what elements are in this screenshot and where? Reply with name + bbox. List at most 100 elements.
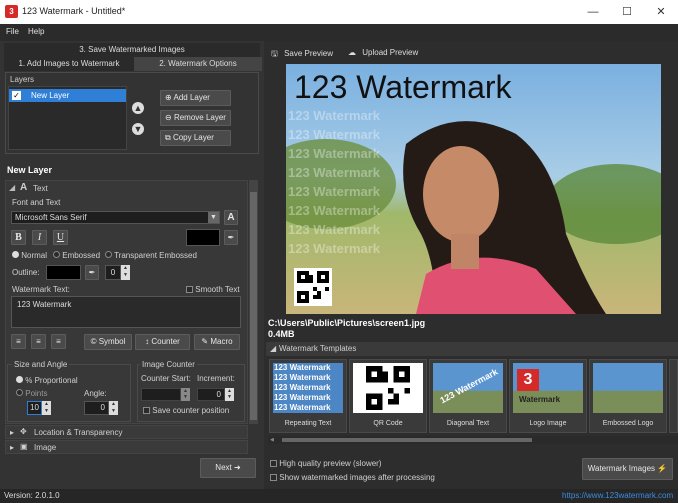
minimize-icon[interactable]: —: [576, 0, 610, 24]
chevron-down-icon[interactable]: ▼: [208, 212, 219, 223]
website-link[interactable]: https://www.123watermark.com: [562, 491, 673, 500]
smooth-text-label: Smooth Text: [195, 285, 240, 294]
version-text: Version: 2.0.1.0: [4, 491, 60, 500]
scrollbar-thumb[interactable]: [250, 192, 257, 420]
text-color-swatch[interactable]: [186, 229, 220, 246]
watermark-images-button[interactable]: Watermark Images ⚡: [582, 458, 673, 480]
show-after-checkbox[interactable]: Show watermarked images after processing: [270, 473, 435, 482]
tab-add-images[interactable]: 1. Add Images to Watermark: [4, 57, 134, 71]
layers-title: Layers: [10, 75, 35, 84]
increment-stepper[interactable]: ▲ ▼: [225, 388, 234, 401]
templates-scroll-thumb[interactable]: [282, 438, 532, 442]
macro-label: Macro: [210, 337, 233, 346]
menu-help[interactable]: Help: [28, 27, 44, 36]
close-icon[interactable]: ✕: [644, 0, 678, 24]
template-diagonal-text[interactable]: 123 Watermark Diagonal Text: [429, 359, 507, 433]
size-angle-title: Size and Angle: [12, 360, 70, 369]
qr-code-icon: [366, 366, 410, 410]
outline-stepper[interactable]: ▲ ▼: [121, 265, 130, 280]
collapse-text-icon[interactable]: ◢: [9, 183, 15, 192]
counter-start-label: Counter Start:: [141, 374, 191, 383]
template-embossed-logo[interactable]: Embossed Logo: [589, 359, 667, 433]
outline-label: Outline:: [12, 268, 40, 277]
template-thumb: 123 Watermark 123 Watermark 123 Watermark 1…: [273, 363, 343, 413]
outline-picker-icon[interactable]: ✒: [85, 265, 99, 280]
align-right-icon[interactable]: ≡: [51, 334, 66, 349]
align-center-icon[interactable]: ≡: [31, 334, 46, 349]
menu-file[interactable]: File: [6, 27, 19, 36]
style-normal-radio[interactable]: Normal: [12, 251, 47, 260]
font-dialog-icon[interactable]: A: [224, 210, 238, 225]
template-thumb: 123 Watermark: [433, 363, 503, 413]
collapse-arrow-icon: ◢: [270, 344, 277, 353]
file-size: 0.4MB: [268, 329, 295, 339]
template-thumb: [353, 363, 423, 413]
upload-preview-button[interactable]: ☁ Upload Preview: [348, 48, 418, 57]
angle-input[interactable]: 0: [84, 401, 109, 415]
expand-arrow-icon: ▸: [10, 443, 15, 452]
image-section[interactable]: ▸ ▣ Image: [5, 440, 248, 454]
add-layer-button[interactable]: ⊕ Add Layer: [160, 90, 231, 106]
layer-item[interactable]: ✓ New Layer: [9, 89, 126, 102]
style-embossed-radio[interactable]: Embossed: [53, 251, 100, 260]
templates-header[interactable]: ◢ Watermark Templates: [266, 342, 678, 356]
template-caption: Logo Image: [529, 420, 567, 427]
macro-button[interactable]: ✎ Macro: [194, 334, 240, 350]
location-icon: ✥: [20, 427, 27, 436]
templates-scrollbar[interactable]: ◀: [268, 436, 678, 444]
template-caption: QR Code: [373, 420, 403, 427]
save-counter-checkbox[interactable]: Save counter position: [143, 406, 229, 415]
italic-button[interactable]: I: [32, 230, 47, 245]
copy-layer-button[interactable]: ⧉ Copy Layer: [160, 130, 231, 146]
location-section-title: Location & Transparency: [34, 428, 123, 437]
font-select[interactable]: Microsoft Sans Serif: [11, 211, 220, 224]
layer-checkbox[interactable]: ✓: [12, 91, 21, 100]
move-down-icon[interactable]: ▼: [132, 123, 144, 135]
remove-layer-label: Remove Layer: [173, 113, 226, 122]
template-qr-code[interactable]: QR Code: [349, 359, 427, 433]
watermark-images-label: Watermark Images: [587, 464, 656, 473]
location-transparency-section[interactable]: ▸ ✥ Location & Transparency: [5, 425, 248, 439]
smooth-text-checkbox[interactable]: Smooth Text: [186, 285, 240, 294]
style-embossed-label: Embossed: [62, 251, 101, 260]
upload-cloud-icon: ☁: [348, 48, 356, 57]
remove-layer-button[interactable]: ⊖ Remove Layer: [160, 110, 231, 126]
align-left-icon[interactable]: ≡: [11, 334, 26, 349]
symbol-button[interactable]: © Symbol: [84, 334, 132, 350]
text-type-icon: A: [20, 182, 28, 193]
counter-start-input[interactable]: [141, 388, 181, 401]
tab-watermark-options[interactable]: 2. Watermark Options: [134, 57, 262, 71]
image-icon: ▣: [20, 442, 28, 451]
show-after-label: Show watermarked images after processing: [279, 473, 435, 482]
title-bar: 3 123 Watermark - Untitled* — ☐ ✕: [0, 0, 678, 24]
proportional-radio[interactable]: % Proportional: [16, 376, 78, 385]
template-more[interactable]: [669, 359, 678, 433]
increment-label: Increment:: [197, 374, 235, 383]
high-quality-checkbox[interactable]: High quality preview (slower): [270, 459, 382, 468]
maximize-icon[interactable]: ☐: [610, 0, 644, 24]
save-preview-button[interactable]: 🖫 Save Preview: [271, 48, 333, 62]
increment-input[interactable]: 0: [197, 388, 225, 401]
outline-color-swatch[interactable]: [46, 265, 81, 280]
outline-input[interactable]: 0: [105, 265, 121, 280]
template-logo-image[interactable]: 3 Watermark Logo Image: [509, 359, 587, 433]
underline-button[interactable]: U: [53, 230, 68, 245]
color-picker-icon[interactable]: ✒: [224, 230, 238, 245]
angle-stepper[interactable]: ▲ ▼: [109, 401, 118, 415]
points-radio[interactable]: Points: [16, 389, 47, 398]
counter-start-stepper[interactable]: ▲ ▼: [181, 388, 190, 401]
expand-arrow-icon: ▸: [10, 428, 15, 437]
font-and-text-label: Font and Text: [12, 198, 61, 207]
size-stepper[interactable]: ▲ ▼: [42, 401, 51, 415]
tab-save-watermarked[interactable]: 3. Save Watermarked Images: [4, 43, 260, 57]
template-repeating-text[interactable]: 123 Watermark 123 Watermark 123 Watermark 1…: [269, 359, 347, 433]
watermark-text-input[interactable]: 123 Watermark: [11, 296, 241, 328]
next-button[interactable]: Next ➜: [200, 458, 256, 478]
size-input[interactable]: 10: [27, 401, 42, 415]
bold-button[interactable]: B: [11, 230, 26, 245]
move-up-icon[interactable]: ▲: [132, 102, 144, 114]
style-transparent-embossed-radio[interactable]: Transparent Embossed: [105, 251, 197, 260]
counter-button[interactable]: ↕ Counter: [135, 334, 190, 350]
image-preview: 123 Watermark 123 Watermark 123 Watermark…: [286, 64, 661, 314]
arrow-right-circle-icon: ➜: [233, 463, 241, 472]
